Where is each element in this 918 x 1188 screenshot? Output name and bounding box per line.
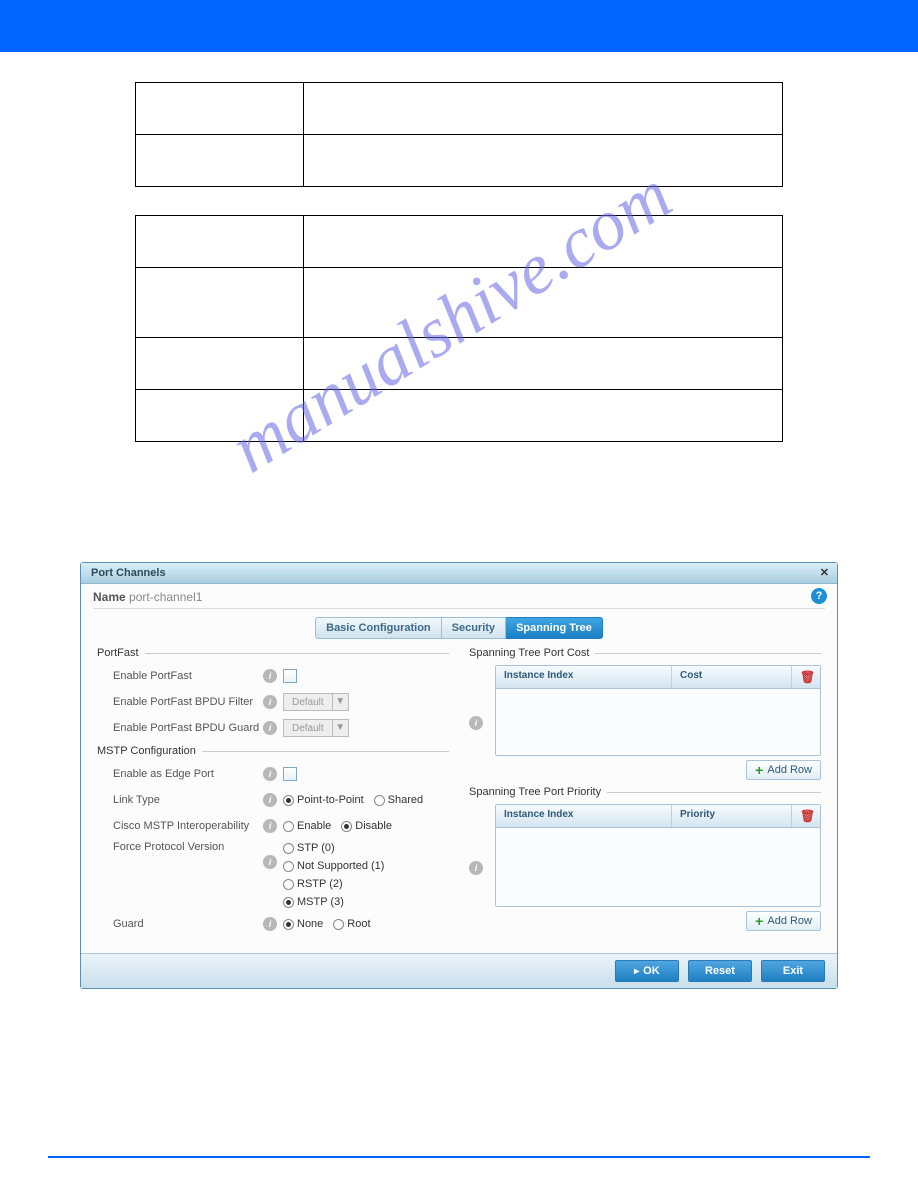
port-priority-grid[interactable]: Instance Index Priority 🗑 <box>495 804 821 907</box>
edge-port-label: Enable as Edge Port <box>113 768 263 780</box>
edge-port-checkbox[interactable] <box>283 767 297 781</box>
enable-portfast-label: Enable PortFast <box>113 670 263 682</box>
info-icon[interactable]: i <box>469 861 483 875</box>
dialog-footer: OK Reset Exit <box>81 953 837 988</box>
help-icon[interactable]: ? <box>811 588 827 604</box>
grid-body-empty[interactable] <box>496 689 820 755</box>
info-icon[interactable]: i <box>263 855 277 869</box>
radio-stp[interactable]: STP (0) <box>283 841 384 855</box>
bpdu-filter-label: Enable PortFast BPDU Filter <box>113 696 263 708</box>
table-row <box>136 216 783 268</box>
col-instance-index[interactable]: Instance Index <box>496 666 672 688</box>
info-icon[interactable]: i <box>263 669 277 683</box>
row-link-type: Link Type i Point-to-Point Shared <box>113 789 449 811</box>
dialog-titlebar: Port Channels ✕ <box>81 563 837 584</box>
exit-button[interactable]: Exit <box>761 960 825 982</box>
info-icon[interactable]: i <box>263 767 277 781</box>
row-guard: Guard i None Root <box>113 913 449 935</box>
table-row <box>136 338 783 390</box>
right-column: Spanning Tree Port Cost i Instance Index… <box>469 647 821 941</box>
page-footer-rule <box>48 1156 870 1158</box>
tab-bar: Basic ConfigurationSecuritySpanning Tree <box>81 617 837 639</box>
col-delete[interactable]: 🗑 <box>792 805 820 827</box>
table-row <box>136 135 783 187</box>
radio-not-supported[interactable]: Not Supported (1) <box>283 859 384 873</box>
guard-label: Guard <box>113 918 263 930</box>
divider <box>93 608 825 609</box>
info-icon[interactable]: i <box>263 695 277 709</box>
trash-icon[interactable]: 🗑 <box>800 809 815 823</box>
portfast-legend: PortFast <box>97 647 449 659</box>
radio-shared[interactable]: Shared <box>374 793 423 807</box>
col-cost[interactable]: Cost <box>672 666 792 688</box>
info-icon[interactable]: i <box>263 721 277 735</box>
grid-body-empty[interactable] <box>496 828 820 906</box>
row-bpdu-guard: Enable PortFast BPDU Guard i Default▼ <box>113 717 449 739</box>
port-cost-grid[interactable]: Instance Index Cost 🗑 <box>495 665 821 756</box>
port-channels-dialog: Port Channels ✕ Name port-channel1 ? Bas… <box>80 562 838 989</box>
left-column: PortFast Enable PortFast i Enable PortFa… <box>97 647 449 941</box>
radio-rstp[interactable]: RSTP (2) <box>283 877 384 891</box>
bpdu-guard-label: Enable PortFast BPDU Guard <box>113 722 263 734</box>
link-type-label: Link Type <box>113 794 263 806</box>
close-icon[interactable]: ✕ <box>820 566 829 579</box>
cisco-interop-label: Cisco MSTP Interoperability <box>113 820 263 832</box>
info-icon[interactable]: i <box>263 793 277 807</box>
col-instance-index[interactable]: Instance Index <box>496 805 672 827</box>
mstp-legend: MSTP Configuration <box>97 745 449 757</box>
row-edge-port: Enable as Edge Port i <box>113 763 449 785</box>
force-protocol-options: STP (0) Not Supported (1) RSTP (2) MSTP … <box>283 841 394 909</box>
row-force-protocol: Force Protocol Version i STP (0) Not Sup… <box>113 841 449 909</box>
add-row-button[interactable]: +Add Row <box>746 760 821 780</box>
dialog-title-text: Port Channels <box>91 567 166 579</box>
grid-header: Instance Index Priority 🗑 <box>496 805 820 828</box>
row-bpdu-filter: Enable PortFast BPDU Filter i Default▼ <box>113 691 449 713</box>
table-1 <box>135 82 783 187</box>
form-body: PortFast Enable PortFast i Enable PortFa… <box>81 647 837 953</box>
radio-mstp[interactable]: MSTP (3) <box>283 895 384 909</box>
portfast-group: PortFast Enable PortFast i Enable PortFa… <box>97 647 449 739</box>
table-2 <box>135 215 783 442</box>
enable-portfast-checkbox[interactable] <box>283 669 297 683</box>
table-row <box>136 390 783 442</box>
grid-header: Instance Index Cost 🗑 <box>496 666 820 689</box>
info-icon[interactable]: i <box>263 819 277 833</box>
col-delete[interactable]: 🗑 <box>792 666 820 688</box>
radio-interop-disable[interactable]: Disable <box>341 819 392 833</box>
tab-spanning-tree[interactable]: Spanning Tree <box>506 617 603 639</box>
bpdu-guard-select[interactable]: Default▼ <box>283 719 349 737</box>
table-row <box>136 83 783 135</box>
info-icon[interactable]: i <box>263 917 277 931</box>
port-cost-group: Spanning Tree Port Cost i Instance Index… <box>469 647 821 780</box>
row-enable-portfast: Enable PortFast i <box>113 665 449 687</box>
ok-button[interactable]: OK <box>615 960 679 982</box>
radio-point-to-point[interactable]: Point-to-Point <box>283 793 364 807</box>
tab-basic-configuration[interactable]: Basic Configuration <box>315 617 441 639</box>
force-protocol-label: Force Protocol Version <box>113 841 263 853</box>
plus-icon: + <box>755 915 763 927</box>
page-header-bar <box>0 0 918 52</box>
port-cost-legend: Spanning Tree Port Cost <box>469 647 821 659</box>
name-label: Name <box>93 590 126 604</box>
radio-guard-none[interactable]: None <box>283 917 323 931</box>
dialog-subheader: Name port-channel1 ? <box>81 584 837 608</box>
port-priority-legend: Spanning Tree Port Priority <box>469 786 821 798</box>
port-priority-group: Spanning Tree Port Priority i Instance I… <box>469 786 821 931</box>
radio-interop-enable[interactable]: Enable <box>283 819 331 833</box>
info-icon[interactable]: i <box>469 716 483 730</box>
add-row-button[interactable]: +Add Row <box>746 911 821 931</box>
name-value: port-channel1 <box>129 590 202 604</box>
trash-icon[interactable]: 🗑 <box>800 670 815 684</box>
radio-guard-root[interactable]: Root <box>333 917 370 931</box>
tab-security[interactable]: Security <box>441 617 506 639</box>
bpdu-filter-select[interactable]: Default▼ <box>283 693 349 711</box>
row-cisco-interop: Cisco MSTP Interoperability i Enable Dis… <box>113 815 449 837</box>
definition-tables <box>0 82 918 442</box>
col-priority[interactable]: Priority <box>672 805 792 827</box>
mstp-group: MSTP Configuration Enable as Edge Port i… <box>97 745 449 935</box>
table-row <box>136 268 783 338</box>
plus-icon: + <box>755 764 763 776</box>
reset-button[interactable]: Reset <box>688 960 752 982</box>
